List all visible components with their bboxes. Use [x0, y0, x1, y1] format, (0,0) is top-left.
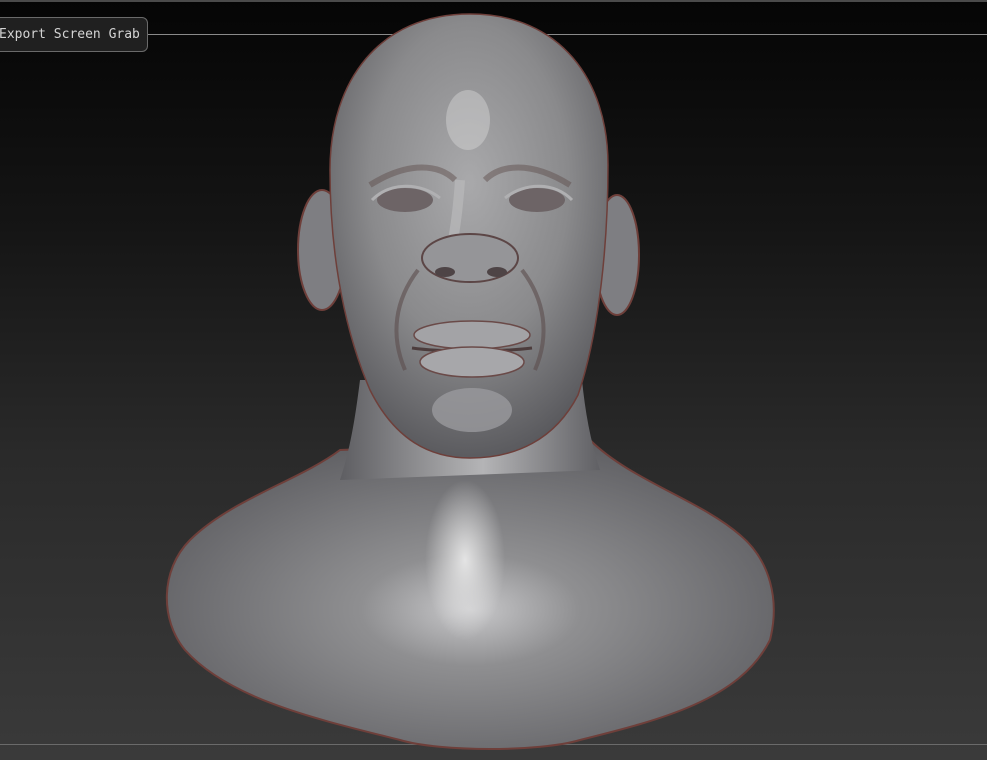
upper-lip: [413, 320, 531, 350]
nostril-left: [435, 267, 455, 277]
neck-highlight: [425, 480, 505, 640]
sculpted-bust-model[interactable]: [0, 0, 987, 760]
lower-lip: [419, 346, 525, 378]
export-screen-grab-button[interactable]: Export Screen Grab: [0, 17, 148, 52]
forehead-highlight: [446, 90, 490, 150]
nostril-right: [487, 267, 507, 277]
chin: [432, 388, 512, 432]
3d-viewport[interactable]: Export Screen Grab: [0, 0, 987, 760]
